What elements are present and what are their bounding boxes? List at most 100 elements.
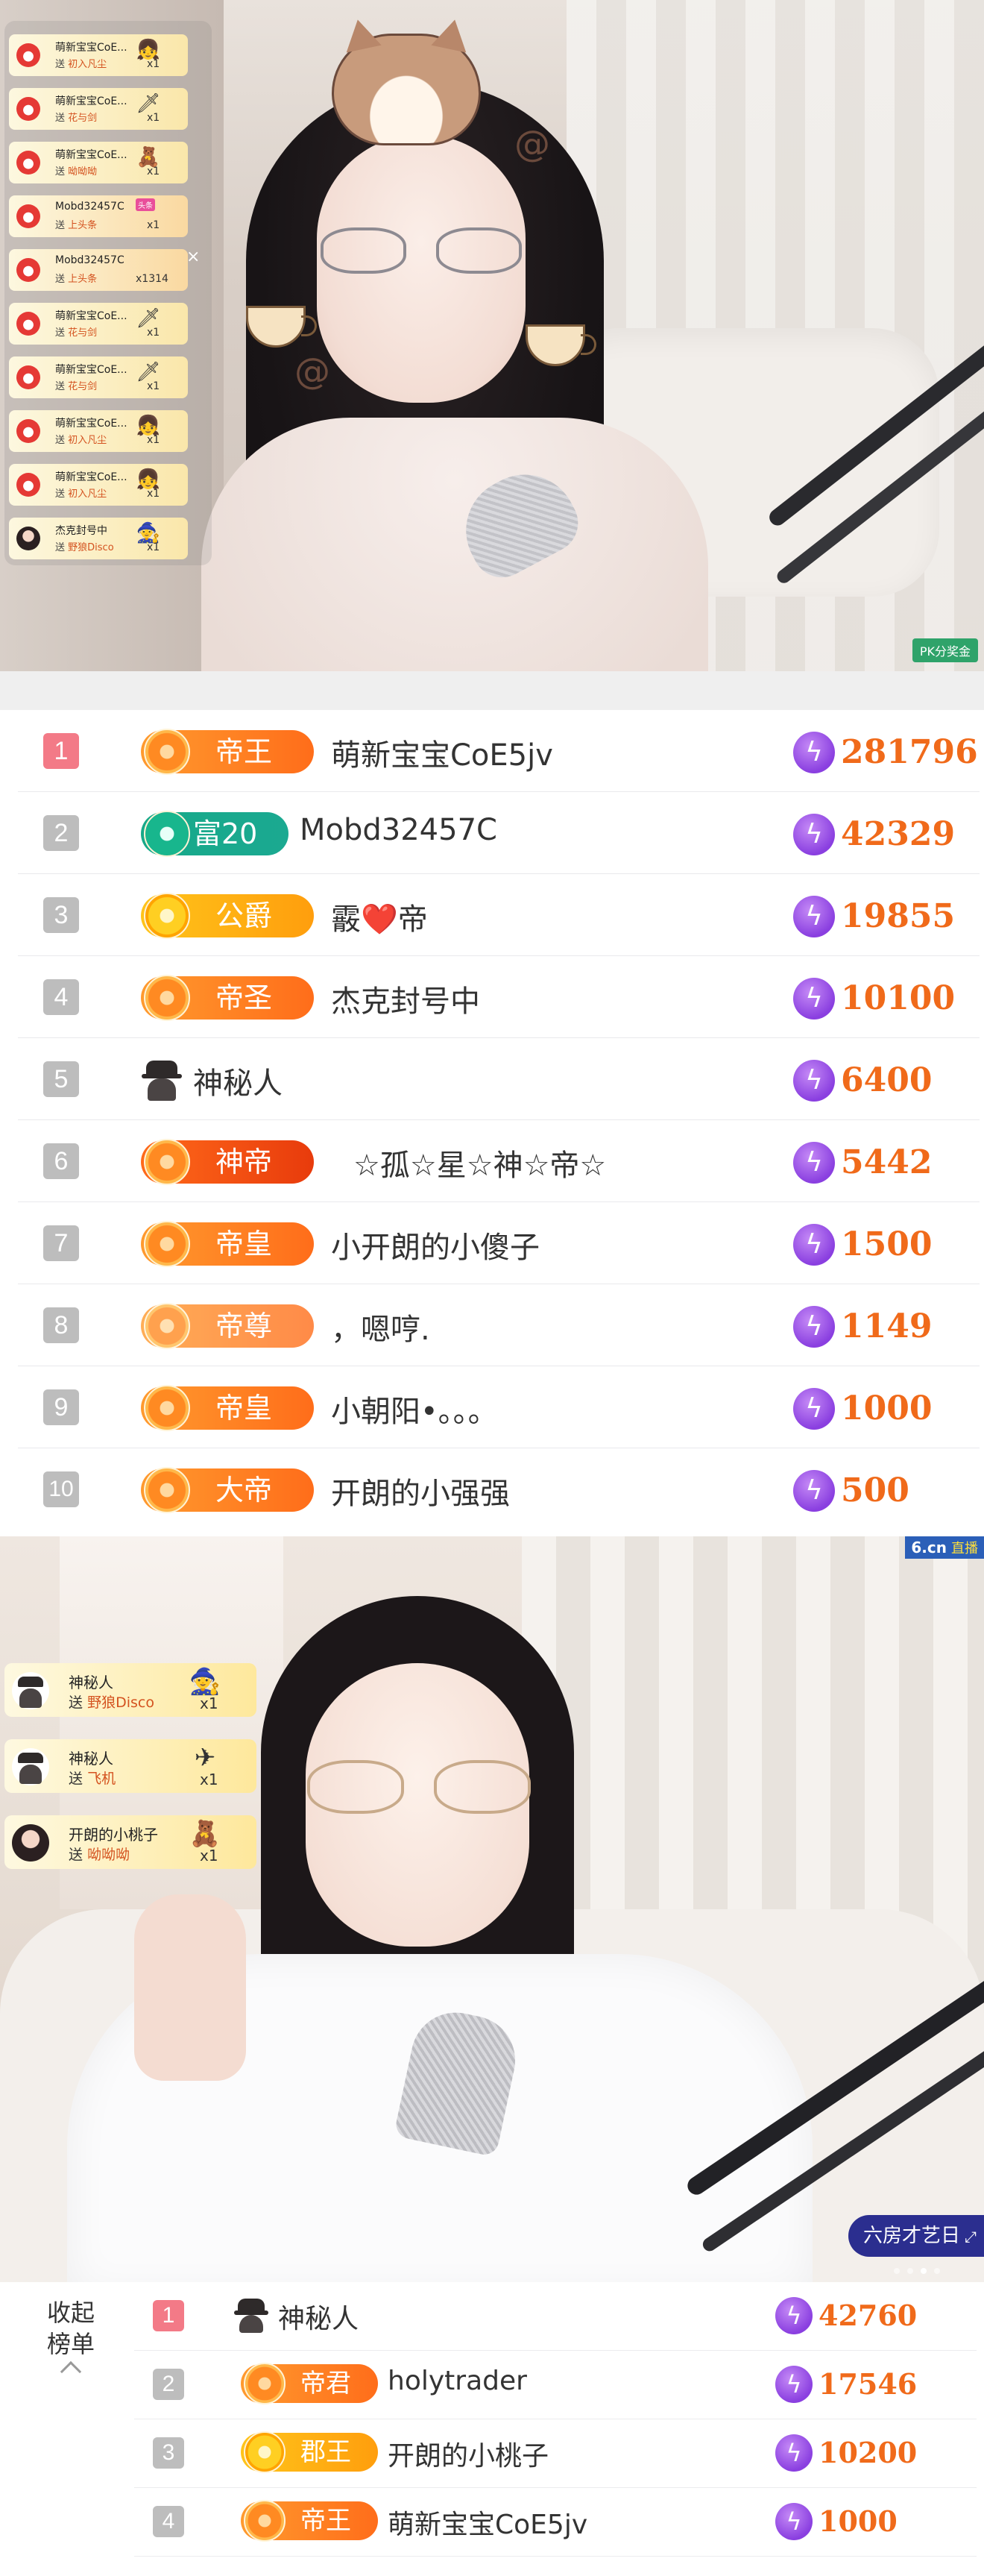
gift-sender: Mobd32457C [55,201,124,213]
rank-number: 6 [43,1143,79,1179]
badge-emblem-icon [244,2431,286,2473]
lightning-coin-icon: ϟ [793,732,835,773]
user-avatar [16,204,40,228]
gift-sender: 杰克封号中 [55,525,107,537]
contribution-leaderboard-2: 收起 榜单 1 神秘人 ϟ 42760 2 帝君 holytrader ϟ 1754… [0,2282,984,2576]
user-avatar [16,365,40,389]
rank-badge: 帝君 [241,2363,378,2404]
rank-badge: 神帝 [141,1139,314,1185]
rank-number: 7 [43,1225,79,1261]
leaderboard-row[interactable]: 4 帝圣 杰克封号中 ϟ 10100 [18,956,980,1038]
gift-quantity: x1 [147,219,160,231]
gift-quantity: x1 [200,1847,218,1865]
badge-emblem-icon [144,1467,190,1513]
rank-badge: 帝王 [241,2500,378,2542]
gift-sender: 萌新宝宝CoE... [55,149,127,161]
headline-tag: 头条 [136,198,155,211]
carousel-dots[interactable] [891,2266,950,2276]
gift-item: 萌新宝宝CoE... 送 初入凡尘 👧 x1 [9,410,188,452]
lightning-coin-icon: ϟ [775,2297,813,2334]
leaderboard-row[interactable]: 3 郡王 开朗的小桃子 ϟ 10200 [134,2419,977,2488]
lightning-coin-icon: ϟ [793,1060,835,1102]
gift-item: Mobd32457C 送 上头条 头条 x1 [9,195,188,237]
close-icon[interactable]: × [186,248,200,266]
live-stream-video-2[interactable]: 6.cn 直播 神秘人 送 野狼Disco 🧙 x1 神秘人 送 飞机 ✈ x1 … [0,1536,984,2282]
leaderboard-row[interactable]: 6 神帝 ☆孤☆星☆神☆帝☆ ϟ 5442 [18,1120,980,1202]
gift-description: 送 飞机 [69,1771,116,1787]
rank-badge: 帝尊 [141,1303,314,1349]
gift-item: 神秘人 送 飞机 ✈ x1 [4,1739,256,1793]
gift-quantity: x1 [147,380,160,392]
gift-sender: 萌新宝宝CoE... [55,310,127,322]
lightning-coin-icon: ϟ [793,1388,835,1430]
gift-item: Mobd32457C 送 上头条 x1314 [9,249,188,291]
lightning-coin-icon: ϟ [793,1142,835,1184]
glasses [307,1760,531,1820]
rank-badge: 郡王 [241,2431,378,2473]
rank-number: 2 [43,815,79,851]
badge-emblem-icon [144,729,190,775]
rank-number: 10 [43,1471,79,1507]
gift-sender: Mobd32457C [55,254,124,266]
user-avatar [16,527,40,550]
lightning-coin-icon: ϟ [793,814,835,855]
pk-bonus-button[interactable]: PK分奖金 [912,638,978,662]
gift-item: 开朗的小桃子 送 呦呦呦 🧸 x1 [4,1815,256,1869]
leaderboard-row[interactable]: 4 帝王 萌新宝宝CoE5jv ϟ 1000 [134,2488,977,2557]
gift-item: 萌新宝宝CoE... 送 初入凡尘 👧 x1 [9,464,188,506]
gift-quantity: x1314 [136,273,168,285]
rank-badge: 大帝 [141,1467,314,1513]
gift-quantity: x1 [147,166,160,178]
gift-item: 萌新宝宝CoE... 送 花与剑 🗡 x1 [9,356,188,398]
gift-description: 送 初入凡尘 [55,59,107,70]
leaderboard-row[interactable]: 10 大帝 开朗的小强强 ϟ 500 [18,1448,980,1530]
rank-badge: 帝皇 [141,1385,314,1431]
lightning-coin-icon: ϟ [793,978,835,1020]
rank-badge: 富20 [141,811,288,857]
leaderboard-header-strip [0,671,984,710]
rank-number: 3 [153,2437,184,2469]
gift-sender: 萌新宝宝CoE... [55,95,127,107]
leaderboard-row[interactable]: 1 帝王 萌新宝宝CoE5jv ϟ 281796 [18,710,980,792]
collapse-leaderboard-button[interactable]: 收起 榜单 [30,2297,112,2383]
rank-number: 2 [153,2369,184,2400]
username: 萌新宝宝CoE5jv [388,2510,588,2540]
swirl-sticker: @ [514,123,550,165]
user-avatar [16,97,40,121]
leaderboard-row[interactable]: 2 富20 Mobd32457C ϟ 42329 [18,792,980,874]
lightning-coin-icon: ϟ [775,2503,813,2540]
leaderboard-row[interactable]: 3 公爵 霰❤️帝 ϟ 19855 [18,874,980,956]
streamer-body [201,418,708,671]
lightning-coin-icon: ϟ [793,896,835,937]
leaderboard-row[interactable]: 1 神秘人 ϟ 42760 [134,2282,977,2351]
leaderboard-row[interactable]: 5 神秘人 ϟ 6400 [18,1038,980,1120]
cat-face-sticker [332,34,481,145]
room-event-tag[interactable]: 六房才艺日 ⤢ [848,2215,984,2257]
expand-icon[interactable]: ⤢ [965,2228,977,2246]
gift-quantity: x1 [147,58,160,70]
leaderboard-row[interactable]: 2 帝君 holytrader ϟ 17546 [134,2351,977,2419]
badge-emblem-icon [144,1385,190,1431]
collapse-label: 收起 [46,2299,95,2327]
username: 开朗的小桃子 [388,2441,549,2472]
leaderboard-row[interactable]: 7 帝皇 小开朗的小傻子 ϟ 1500 [18,1202,980,1284]
username: 开朗的小强强 [331,1477,510,1511]
gift-sender: 神秘人 [69,1674,113,1691]
leaderboard-row[interactable]: 9 帝皇 小朝阳•。。。 ϟ 1000 [18,1366,980,1448]
username: 神秘人 [193,1066,283,1101]
rank-badge: 公爵 [141,893,314,939]
live-stream-video-1[interactable]: @ @ 萌新宝宝CoE... 送 初入凡尘 👧 x1 萌新宝宝CoE... 送 … [0,0,984,671]
gift-quantity: x1 [147,541,160,553]
username: 萌新宝宝CoE5jv [331,738,553,773]
gift-sender: 神秘人 [69,1750,113,1768]
user-avatar [16,419,40,443]
rank-badge: 帝王 [141,729,314,775]
lightning-coin-icon: ϟ [793,1470,835,1512]
gift-sender: 萌新宝宝CoE... [55,471,127,483]
chevron-up-icon [60,2360,82,2383]
lightning-coin-icon: ϟ [793,1224,835,1266]
gift-description: 送 花与剑 [55,113,98,124]
gift-item: 萌新宝宝CoE... 送 花与剑 🗡 x1 [9,303,188,345]
gift-description: 送 初入凡尘 [55,489,107,500]
leaderboard-row[interactable]: 8 帝尊 ，嗯哼. ϟ 1149 [18,1284,980,1366]
